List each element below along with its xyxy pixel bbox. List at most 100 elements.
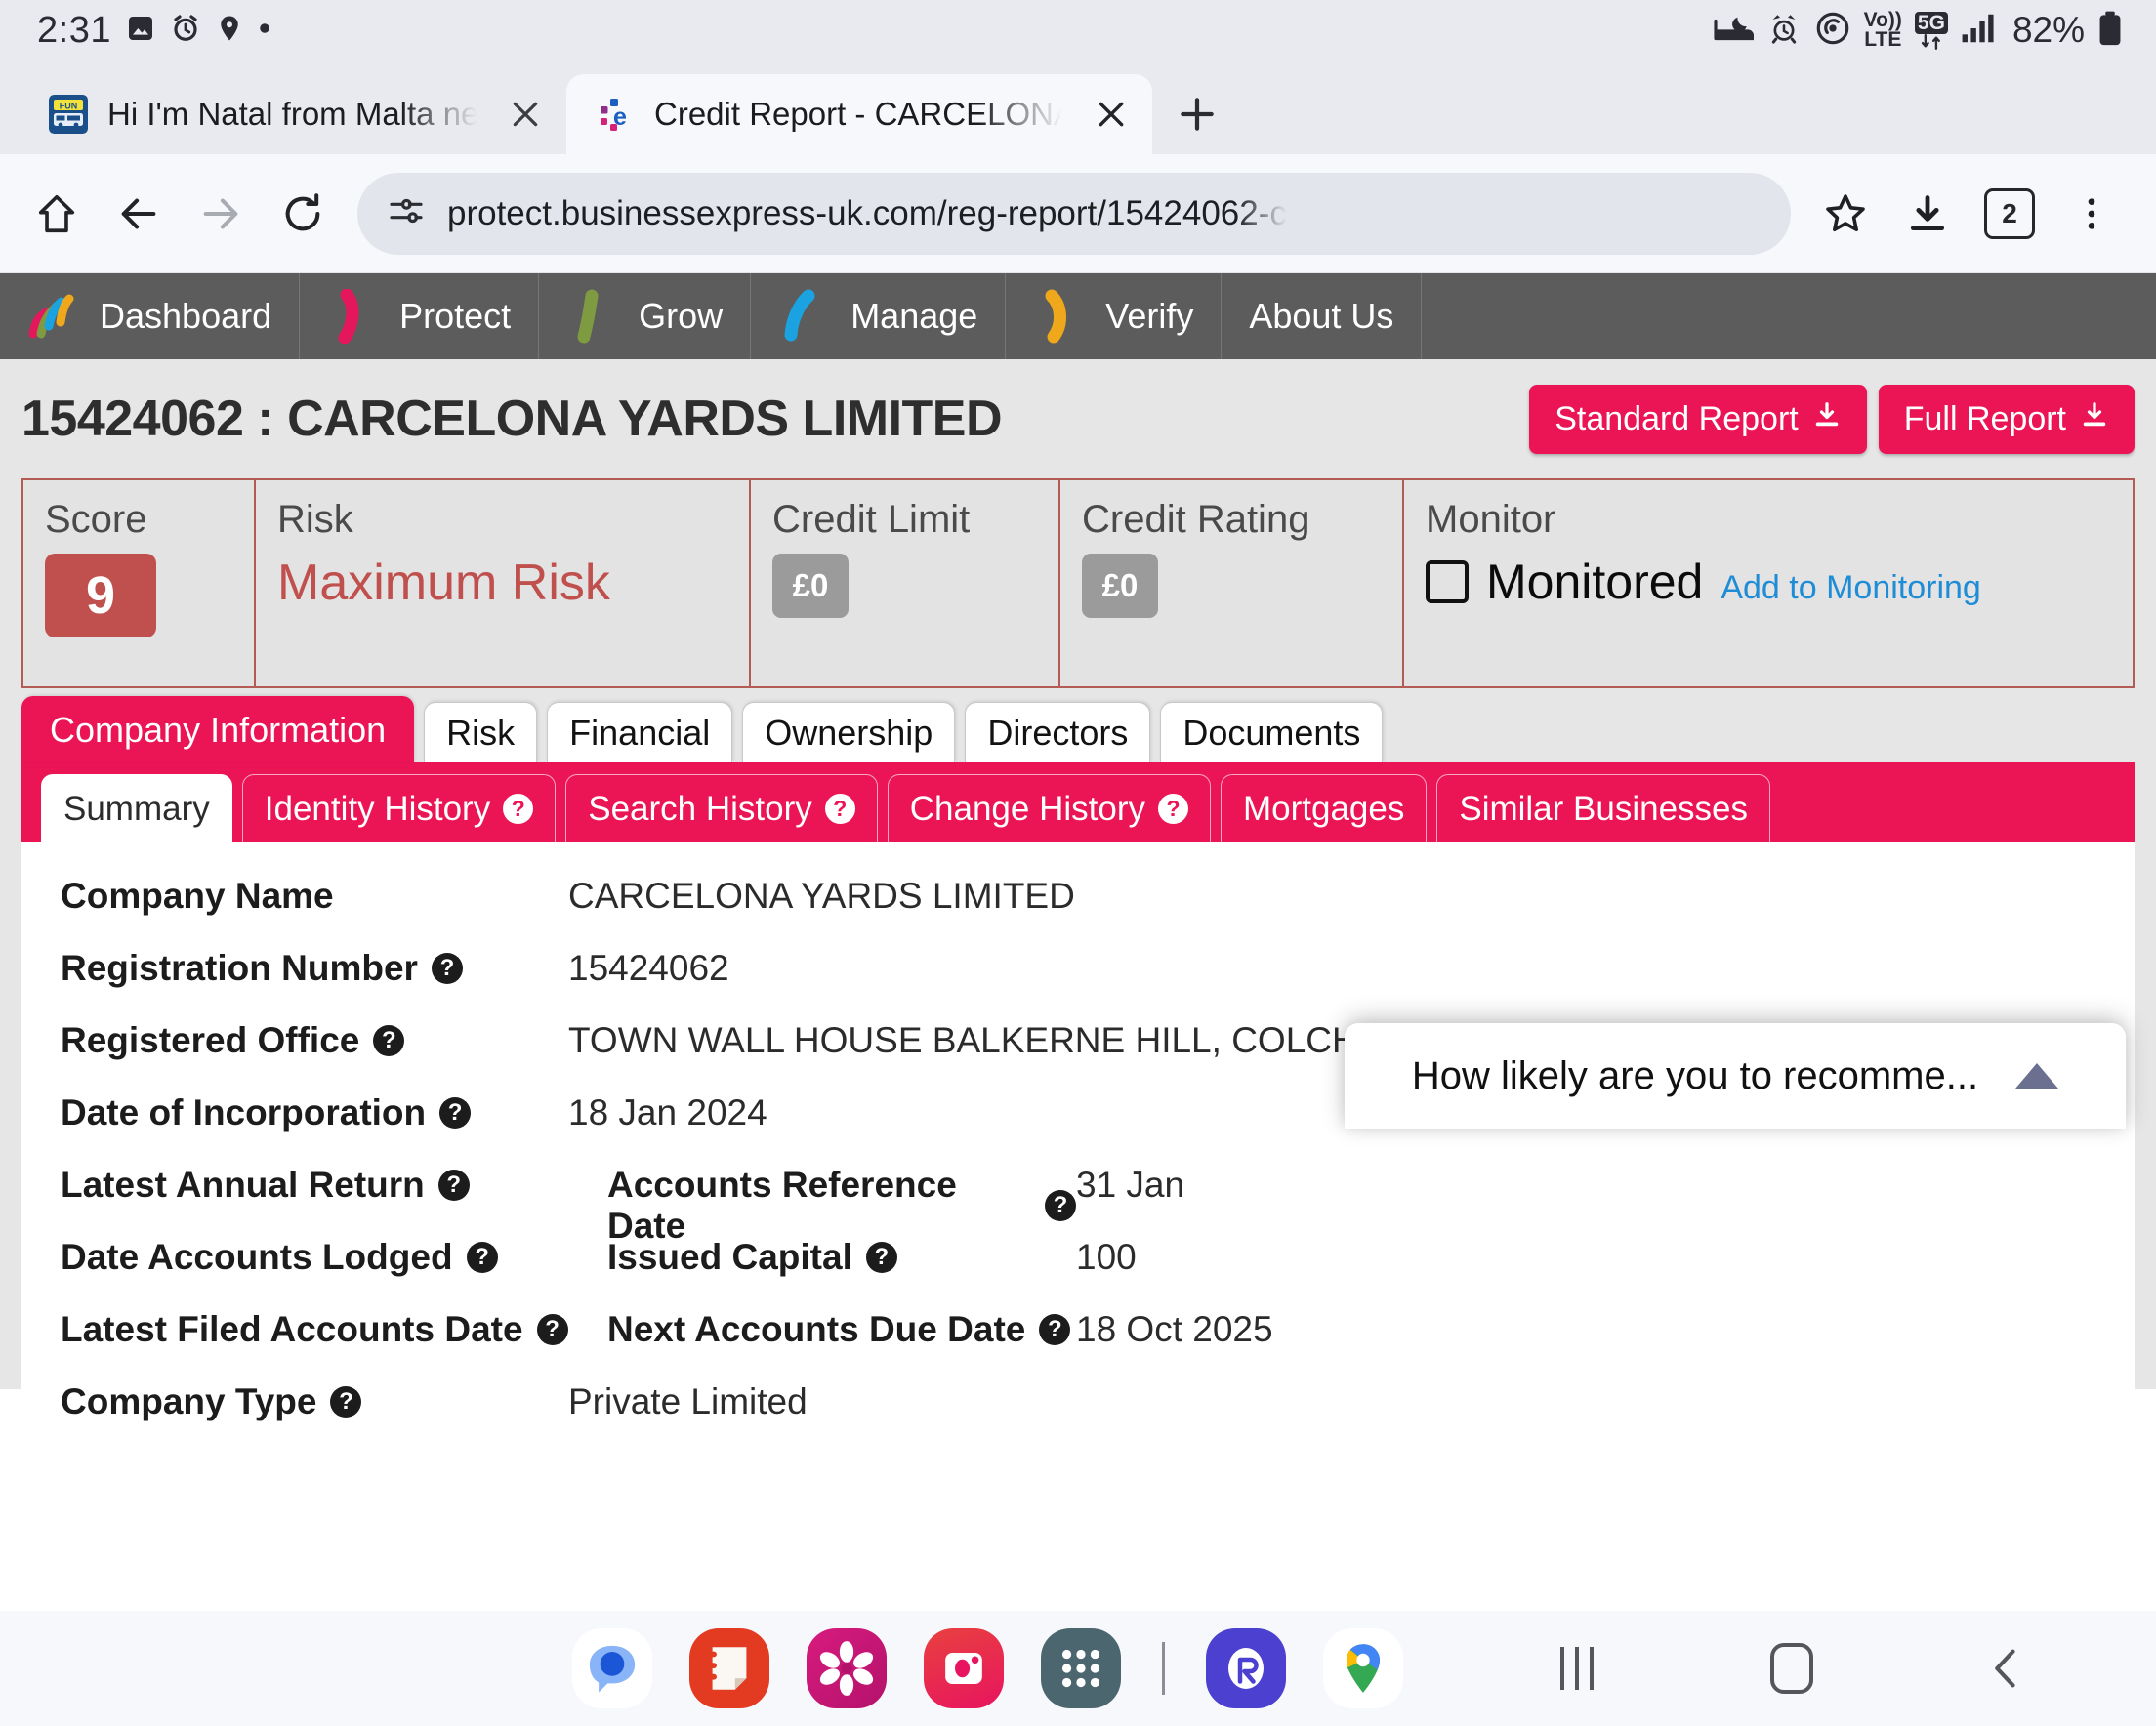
notes-app-icon[interactable] bbox=[689, 1628, 769, 1708]
detail-value: 18 Jan 2024 bbox=[568, 1092, 767, 1132]
full-report-button[interactable]: Full Report bbox=[1878, 384, 2135, 454]
help-icon[interactable]: ? bbox=[1039, 1314, 1071, 1345]
subtab-label: Identity History bbox=[264, 789, 491, 828]
help-icon[interactable]: ? bbox=[437, 1170, 470, 1201]
tab-documents[interactable]: Documents bbox=[1160, 702, 1384, 762]
detail-label-text: Latest Filed Accounts Date bbox=[61, 1309, 523, 1349]
help-icon[interactable]: ? bbox=[466, 1242, 498, 1273]
volte-icon: Vo)) LTE bbox=[1863, 9, 1902, 51]
nav-item-protect[interactable]: Protect bbox=[300, 273, 540, 359]
nav-item-dashboard[interactable]: Dashboard bbox=[0, 273, 301, 359]
app-drawer-icon[interactable] bbox=[1041, 1628, 1121, 1708]
detail-row-company-type: Company Type ? Private Limited bbox=[21, 1381, 2135, 1454]
subtab-search-history[interactable]: Search History ? bbox=[565, 774, 878, 842]
credit-rating-cell: Credit Rating £0 bbox=[1060, 480, 1404, 686]
svg-text:e: e bbox=[613, 103, 627, 131]
bookmark-star-icon[interactable] bbox=[1806, 175, 1885, 253]
home-button[interactable] bbox=[1758, 1634, 1826, 1703]
nav-item-about-us[interactable]: About Us bbox=[1222, 273, 1423, 359]
detail-label: Registered Office ? bbox=[61, 1020, 568, 1061]
nav-item-label: Dashboard bbox=[100, 296, 272, 336]
detail-label: Date Accounts Lodged ? bbox=[61, 1237, 568, 1278]
site-settings-icon[interactable] bbox=[387, 191, 426, 235]
report-header: 15424062 : CARCELONA YARDS LIMITED Stand… bbox=[21, 359, 2135, 478]
help-icon[interactable]: ? bbox=[1157, 794, 1188, 824]
back-icon[interactable] bbox=[100, 175, 178, 253]
help-icon[interactable]: ? bbox=[503, 794, 534, 824]
nav-item-manage[interactable]: Manage bbox=[751, 273, 1007, 359]
browser-tab-title: Hi I'm Natal from Malta new bbox=[107, 96, 484, 132]
tab-company-information[interactable]: Company Information bbox=[21, 696, 415, 762]
survey-popup[interactable]: How likely are you to recomme... bbox=[1345, 1023, 2126, 1129]
nav-item-grow[interactable]: Grow bbox=[539, 273, 752, 359]
monitor-cell: Monitor Monitored Add to Monitoring bbox=[1404, 480, 2133, 686]
detail-label-text: Registered Office bbox=[61, 1020, 360, 1060]
detail-label: Next Accounts Due Date ? bbox=[607, 1309, 1076, 1350]
monitored-checkbox[interactable] bbox=[1426, 560, 1469, 603]
subtab-change-history[interactable]: Change History ? bbox=[887, 774, 1211, 842]
help-icon[interactable]: ? bbox=[824, 794, 855, 824]
browser-tab-inactive[interactable]: FUN Hi I'm Natal from Malta new bbox=[20, 74, 566, 154]
volte-bottom-label: LTE bbox=[1864, 28, 1902, 51]
detail-label: Issued Capital ? bbox=[607, 1237, 1076, 1278]
detail-label-text: Latest Annual Return bbox=[61, 1165, 425, 1205]
browser-tab-active[interactable]: e Credit Report - CARCELONA Y bbox=[566, 74, 1152, 154]
tab-ownership[interactable]: Ownership bbox=[742, 702, 956, 762]
tab-switcher-icon[interactable]: 2 bbox=[1970, 175, 2049, 253]
page-title: 15424062 : CARCELONA YARDS LIMITED bbox=[21, 390, 1003, 447]
new-tab-button[interactable] bbox=[1152, 74, 1242, 154]
subtab-label: Summary bbox=[63, 789, 210, 828]
nav-item-verify[interactable]: Verify bbox=[1006, 273, 1223, 359]
close-icon[interactable] bbox=[1090, 93, 1133, 136]
svg-text:FUN: FUN bbox=[60, 102, 78, 111]
detail-label: Latest Filed Accounts Date ? bbox=[61, 1309, 568, 1350]
instagram-app-icon[interactable] bbox=[924, 1628, 1004, 1708]
help-icon[interactable]: ? bbox=[431, 953, 463, 984]
subtab-identity-history[interactable]: Identity History ? bbox=[241, 774, 557, 842]
status-bar-clock: 2:31 bbox=[37, 9, 111, 51]
detail-label: Company Name bbox=[61, 876, 568, 917]
subtab-similar-businesses[interactable]: Similar Businesses bbox=[1436, 774, 1771, 842]
tab-risk[interactable]: Risk bbox=[424, 702, 538, 762]
detail-row-next-accounts-due-date: Next Accounts Due Date ? 18 Oct 2025 bbox=[607, 1309, 1273, 1350]
tab-directors[interactable]: Directors bbox=[965, 702, 1151, 762]
monitored-label: Monitored bbox=[1486, 555, 1704, 609]
dock-divider bbox=[1162, 1642, 1165, 1695]
experian-e-icon: e bbox=[596, 95, 635, 134]
tab-financial[interactable]: Financial bbox=[547, 702, 733, 762]
close-icon[interactable] bbox=[504, 93, 547, 136]
detail-label: Registration Number ? bbox=[61, 948, 568, 989]
protect-swoosh-icon bbox=[327, 288, 382, 345]
detail-value: 100 bbox=[1076, 1237, 1137, 1277]
help-icon[interactable]: ? bbox=[439, 1097, 472, 1129]
credit-rating-label: Credit Rating bbox=[1082, 498, 1310, 541]
collapse-caret-icon[interactable] bbox=[2015, 1063, 2059, 1089]
location-pin-icon bbox=[215, 13, 244, 49]
back-button[interactable] bbox=[1972, 1634, 2041, 1703]
help-icon[interactable]: ? bbox=[330, 1386, 362, 1418]
home-icon[interactable] bbox=[18, 175, 96, 253]
overflow-menu-icon[interactable] bbox=[2052, 175, 2131, 253]
help-icon[interactable]: ? bbox=[865, 1242, 897, 1273]
dashboard-swoosh-icon bbox=[27, 289, 82, 344]
signal-bars-icon bbox=[1961, 13, 1998, 49]
reload-icon[interactable] bbox=[264, 175, 342, 253]
detail-row-issued-capital: Issued Capital ? 100 bbox=[607, 1237, 1137, 1278]
volte-top-label: Vo)) bbox=[1863, 9, 1902, 32]
subtab-mortgages[interactable]: Mortgages bbox=[1220, 774, 1428, 842]
download-icon[interactable] bbox=[1888, 175, 1967, 253]
help-icon[interactable]: ? bbox=[373, 1025, 405, 1056]
help-icon[interactable]: ? bbox=[536, 1314, 568, 1345]
detail-value: 18 Oct 2025 bbox=[1076, 1309, 1273, 1349]
help-icon[interactable]: ? bbox=[1045, 1190, 1076, 1221]
revolut-app-icon[interactable] bbox=[1206, 1628, 1286, 1708]
subtab-summary[interactable]: Summary bbox=[41, 774, 232, 842]
google-maps-app-icon[interactable] bbox=[1323, 1628, 1403, 1708]
messages-app-icon[interactable] bbox=[572, 1628, 652, 1708]
url-bar[interactable]: protect.businessexpress-uk.com/reg-repor… bbox=[357, 172, 1791, 255]
recents-button[interactable] bbox=[1543, 1634, 1611, 1703]
add-to-monitoring-link[interactable]: Add to Monitoring bbox=[1721, 569, 1981, 607]
gallery-flower-app-icon[interactable] bbox=[807, 1628, 887, 1708]
standard-report-button[interactable]: Standard Report bbox=[1529, 384, 1867, 454]
dock-apps bbox=[572, 1628, 1403, 1708]
